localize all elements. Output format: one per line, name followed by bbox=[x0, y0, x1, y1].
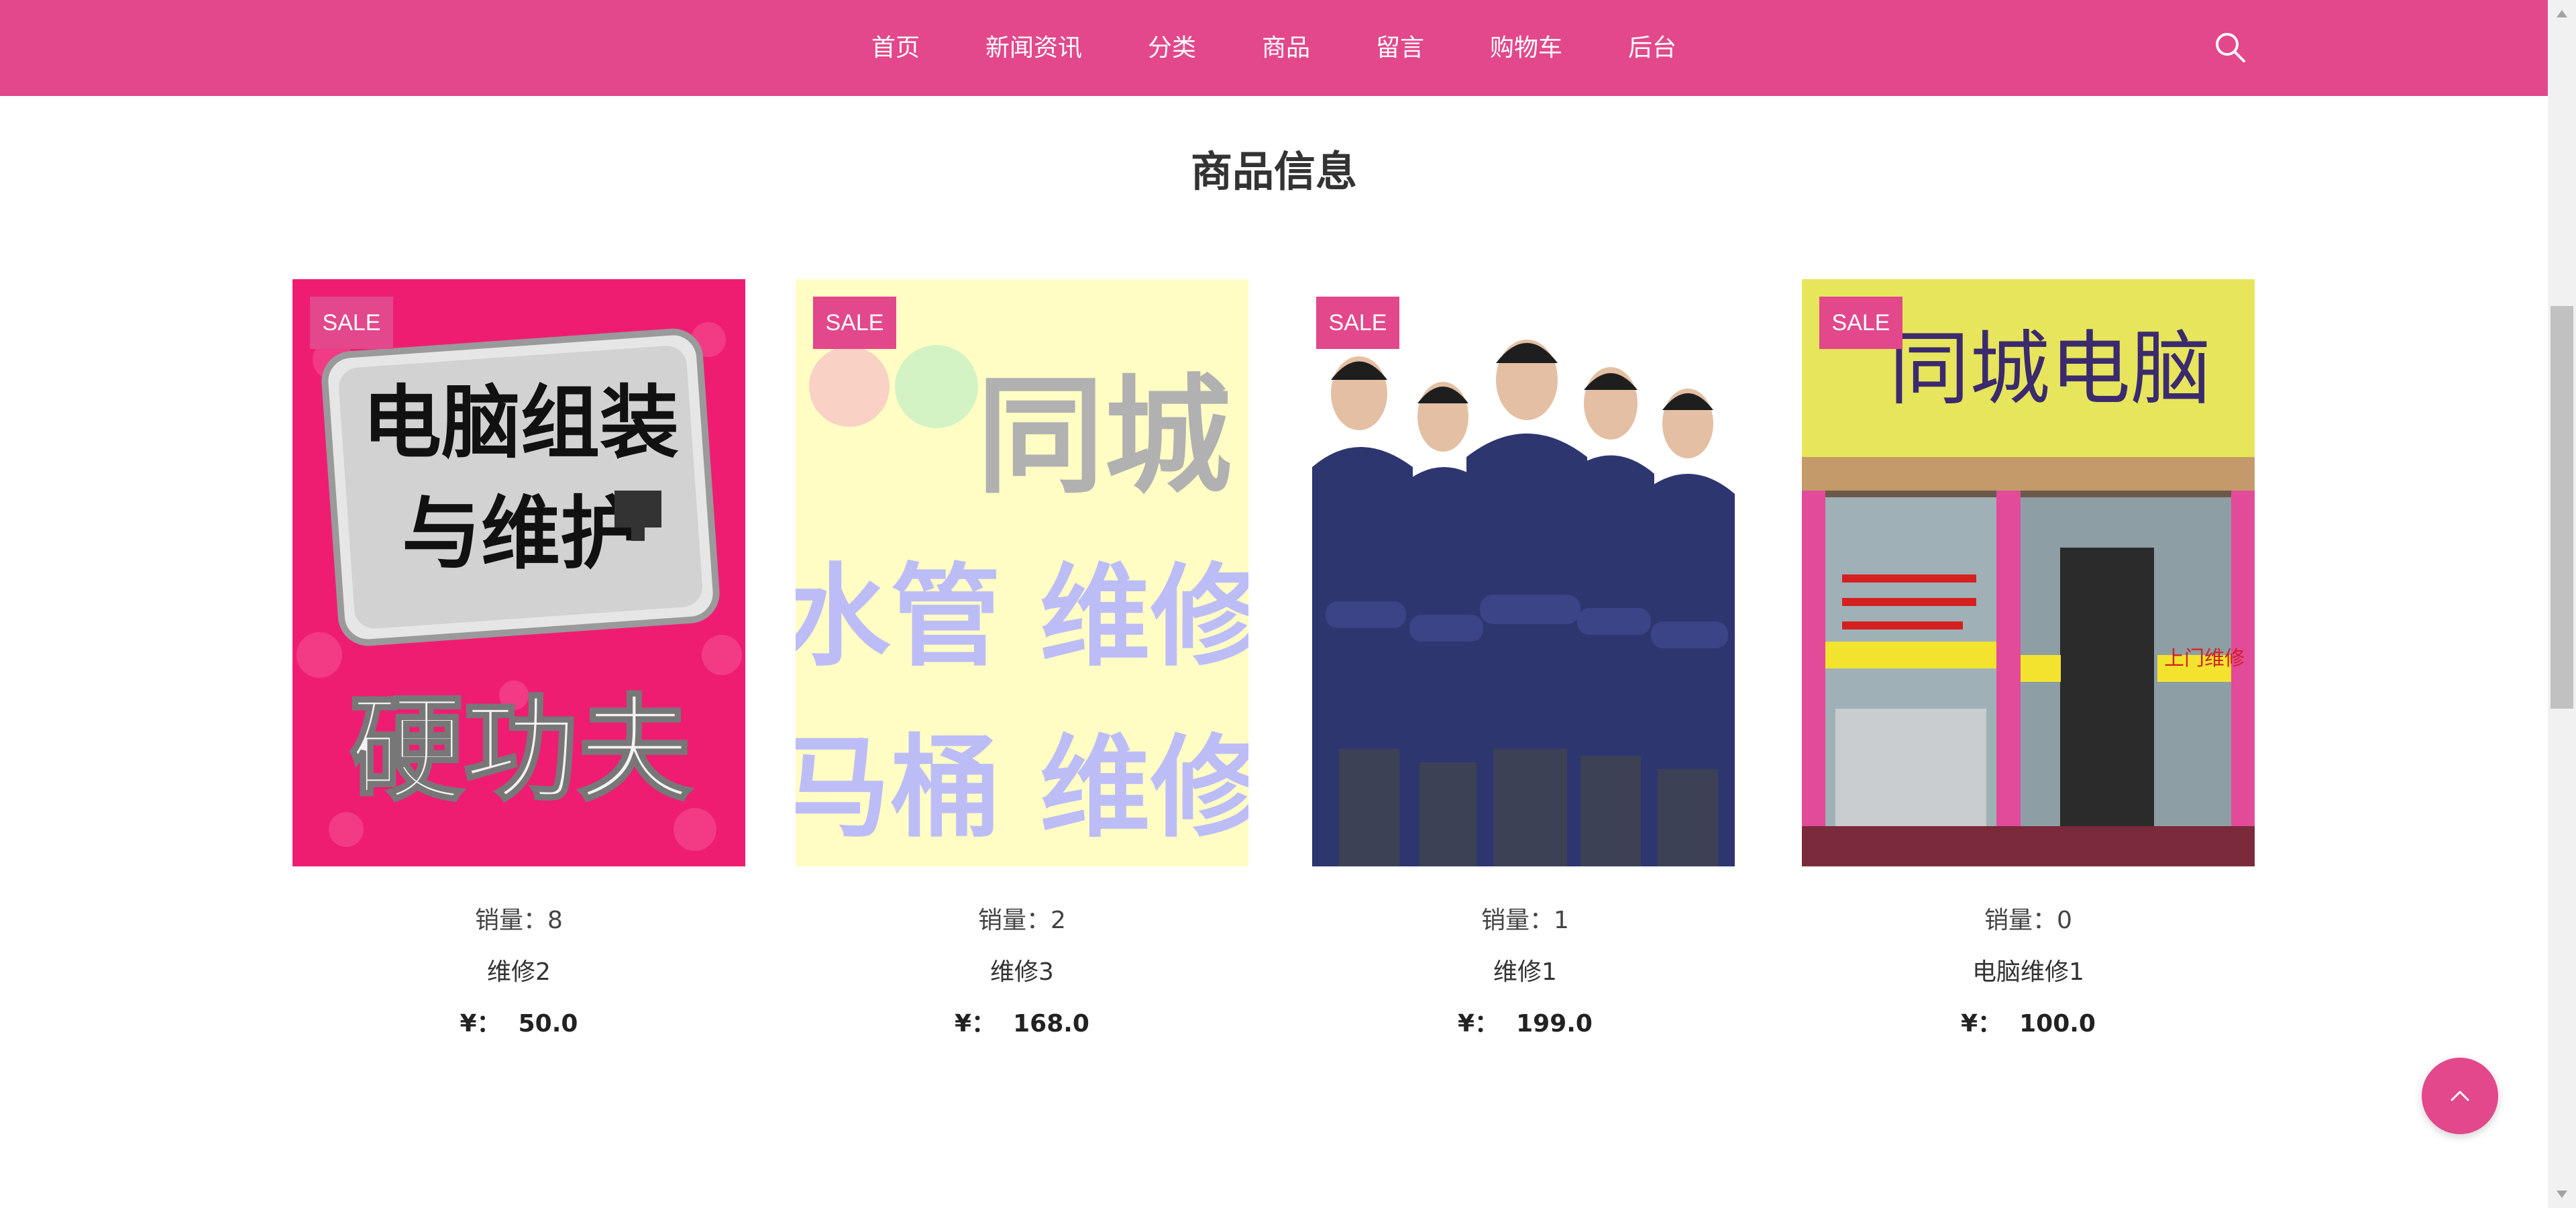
sale-badge: SALE bbox=[1819, 297, 1902, 349]
product-name[interactable]: 电脑维修1 bbox=[1802, 956, 2255, 989]
product-image[interactable]: 同城电脑 上门维修 SALE bbox=[1802, 279, 2255, 866]
sales-label: 销量： bbox=[1984, 907, 2057, 934]
product-card: 同城 水管 维修 马桶 维修 SALE 销量：2 维修3 ¥： 168.0 bbox=[796, 279, 1248, 1041]
product-price: ¥： 199.0 bbox=[1299, 1007, 1752, 1041]
sales-count: 8 bbox=[547, 907, 563, 934]
image-text: 电脑组装 bbox=[362, 376, 679, 469]
image-text: 上门维修 bbox=[2164, 647, 2245, 670]
currency-label: ¥： bbox=[1961, 1010, 2002, 1038]
image-text: 硬功夫 bbox=[350, 684, 692, 817]
nav-item-cart[interactable]: 购物车 bbox=[1457, 0, 1595, 96]
image-text: 同城 bbox=[977, 362, 1232, 511]
product-meta: 销量：2 维修3 ¥： 168.0 bbox=[796, 904, 1248, 1041]
product-price: ¥： 168.0 bbox=[796, 1007, 1248, 1041]
price-value: 100.0 bbox=[2019, 1010, 2096, 1038]
sales-label: 销量： bbox=[1481, 907, 1554, 934]
nav-item-products[interactable]: 商品 bbox=[1229, 0, 1343, 96]
currency-label: ¥： bbox=[460, 1010, 501, 1038]
image-text: 水管 维修 bbox=[796, 552, 1248, 681]
price-value: 50.0 bbox=[518, 1010, 578, 1038]
section-title: 商品信息 bbox=[1190, 147, 1357, 196]
vertical-scrollbar[interactable] bbox=[2548, 0, 2576, 1208]
product-sales: 销量：2 bbox=[796, 904, 1248, 938]
sales-count: 2 bbox=[1051, 907, 1066, 934]
currency-label: ¥： bbox=[955, 1010, 996, 1038]
nav-item-home[interactable]: 首页 bbox=[839, 0, 953, 96]
product-price: ¥： 100.0 bbox=[1802, 1007, 2255, 1041]
nav-item-category[interactable]: 分类 bbox=[1115, 0, 1229, 96]
page: 首页 新闻资讯 分类 商品 留言 购物车 后台 商品信息 电脑组装 与维护 硬功… bbox=[0, 0, 2576, 1208]
sales-count: 1 bbox=[1554, 907, 1569, 934]
product-meta: 销量：8 维修2 ¥： 50.0 bbox=[292, 904, 745, 1041]
product-card: SALE 销量：1 维修1 ¥： 199.0 bbox=[1299, 279, 1752, 1041]
image-text: 同城电脑 bbox=[1889, 323, 2211, 416]
product-name[interactable]: 维修3 bbox=[796, 956, 1248, 989]
product-image[interactable]: 同城 水管 维修 马桶 维修 SALE bbox=[796, 279, 1248, 866]
scroll-up-arrow-icon[interactable] bbox=[2548, 0, 2576, 28]
product-sales: 销量：0 bbox=[1802, 904, 2255, 938]
scrollbar-thumb[interactable] bbox=[2551, 306, 2573, 709]
sale-badge: SALE bbox=[1316, 297, 1399, 349]
product-card: 同城电脑 上门维修 SALE 销量：0 电脑维修1 ¥： 100.0 bbox=[1802, 279, 2255, 1041]
product-image[interactable]: SALE bbox=[1299, 279, 1752, 866]
product-sales: 销量：1 bbox=[1299, 904, 1752, 938]
scroll-down-arrow-icon[interactable] bbox=[2548, 1180, 2576, 1208]
nav-item-news[interactable]: 新闻资讯 bbox=[953, 0, 1115, 96]
product-name[interactable]: 维修2 bbox=[292, 956, 745, 989]
search-icon[interactable] bbox=[2212, 30, 2249, 66]
sales-label: 销量： bbox=[978, 907, 1051, 934]
chevron-up-icon bbox=[2451, 1091, 2469, 1101]
product-name[interactable]: 维修1 bbox=[1299, 956, 1752, 989]
product-image[interactable]: 电脑组装 与维护 硬功夫 SALE bbox=[292, 279, 745, 866]
sales-count: 0 bbox=[2057, 907, 2072, 934]
product-meta: 销量：1 维修1 ¥： 199.0 bbox=[1299, 904, 1752, 1041]
price-value: 199.0 bbox=[1516, 1010, 1593, 1038]
back-to-top-button[interactable] bbox=[2422, 1058, 2498, 1134]
product-meta: 销量：0 电脑维修1 ¥： 100.0 bbox=[1802, 904, 2255, 1041]
currency-label: ¥： bbox=[1458, 1010, 1499, 1038]
nav-item-admin[interactable]: 后台 bbox=[1595, 0, 1709, 96]
sale-badge: SALE bbox=[310, 297, 393, 349]
main-nav: 首页 新闻资讯 分类 商品 留言 购物车 后台 bbox=[0, 0, 2548, 96]
product-card: 电脑组装 与维护 硬功夫 SALE 销量：8 维修2 ¥： 50.0 bbox=[292, 279, 745, 1041]
image-text: 马桶 维修 bbox=[796, 723, 1248, 852]
nav-item-messages[interactable]: 留言 bbox=[1343, 0, 1457, 96]
sales-label: 销量： bbox=[475, 907, 548, 934]
image-text: 与维护 bbox=[402, 487, 639, 580]
sale-badge: SALE bbox=[813, 297, 896, 349]
top-navbar: 首页 新闻资讯 分类 商品 留言 购物车 后台 bbox=[0, 0, 2548, 96]
product-price: ¥： 50.0 bbox=[292, 1007, 745, 1041]
price-value: 168.0 bbox=[1013, 1010, 1089, 1038]
product-sales: 销量：8 bbox=[292, 904, 745, 938]
